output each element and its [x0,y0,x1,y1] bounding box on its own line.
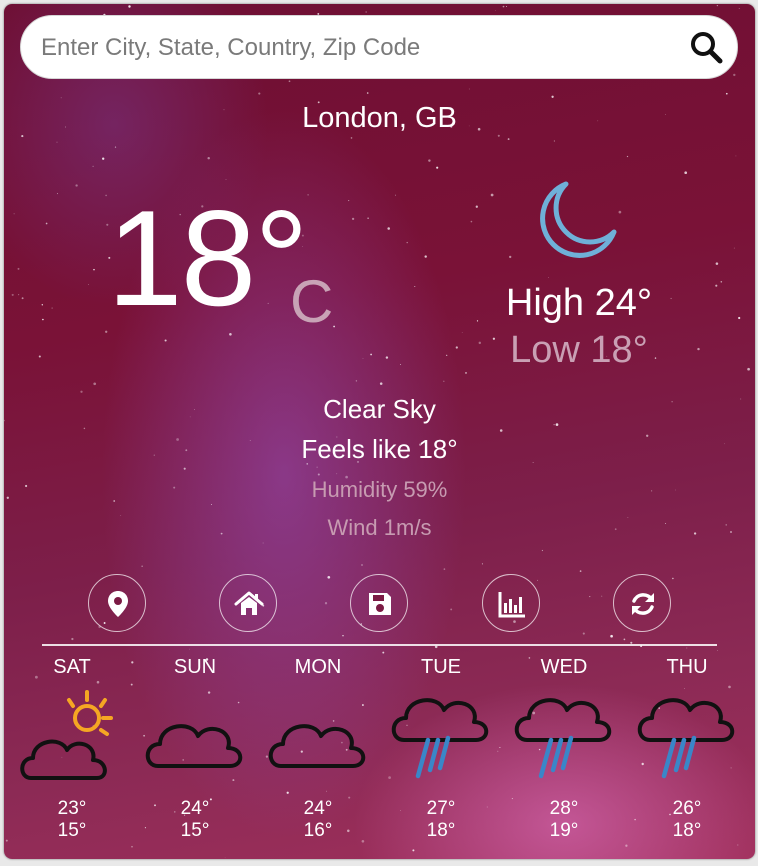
forecast-divider [42,644,717,646]
cloud-icon [268,724,366,768]
weather-card: London, GB 18° C High 24° Low 18° Clear … [4,4,755,859]
forecast-low: 19° [549,820,579,841]
search-input[interactable] [39,26,663,70]
partly-sunny-icon [20,690,113,780]
cloud-icon [145,724,243,768]
humidity: Humidity 59% [311,477,448,502]
forecast-high: 23° [57,798,87,819]
moon-icon [540,181,617,258]
forecast-day-name: SUN [173,656,217,678]
feels-like: Feels like 18° [301,434,458,464]
action-bar [4,574,755,636]
current-temperature: 18° [107,182,309,334]
forecast-day-name: THU [666,656,708,678]
chart-button[interactable] [482,574,540,632]
high-temperature: High 24° [505,282,653,324]
forecast-low: 15° [57,820,87,841]
save-button[interactable] [350,574,408,632]
home-icon [234,591,264,615]
forecast-high: 26° [672,798,702,819]
weather-description: Clear Sky [323,394,436,424]
forecast-day-name: WED [540,656,588,678]
search-icon[interactable] [689,30,723,64]
forecast-day: THU 26° 18° [627,656,747,842]
chart-icon [498,592,525,618]
location-title: London, GB [302,102,457,134]
forecast-low: 15° [180,820,210,841]
location-pin-icon [108,591,128,617]
forecast-day: WED 28° 19° [504,656,624,842]
low-temperature: Low 18° [510,329,648,371]
rain-cloud-icon [637,698,735,779]
forecast-day-name: TUE [421,656,461,678]
search-bar [20,15,738,79]
forecast-high: 28° [549,798,579,819]
temperature-unit: C [290,268,334,335]
forecast-high: 27° [426,798,456,819]
refresh-button[interactable] [613,574,671,632]
forecast-day-name: MON [294,656,342,678]
forecast-day-name: SAT [53,656,91,678]
save-icon [369,593,391,615]
forecast-low: 16° [303,820,333,841]
forecast-low: 18° [426,820,456,841]
wind-speed: Wind 1m/s [327,515,432,540]
forecast-day: SAT 23° 15° [12,656,132,842]
forecast-high: 24° [180,798,210,819]
forecast-high: 24° [303,798,333,819]
forecast-day: MON 24° 16° [258,656,378,842]
rain-cloud-icon [391,698,489,779]
forecast-day: SUN 24° 15° [135,656,255,842]
forecast-day: TUE 27° 18° [381,656,501,842]
location-button[interactable] [88,574,146,632]
refresh-icon [632,593,654,615]
rain-cloud-icon [514,698,612,779]
forecast-low: 18° [672,820,702,841]
home-button[interactable] [219,574,277,632]
